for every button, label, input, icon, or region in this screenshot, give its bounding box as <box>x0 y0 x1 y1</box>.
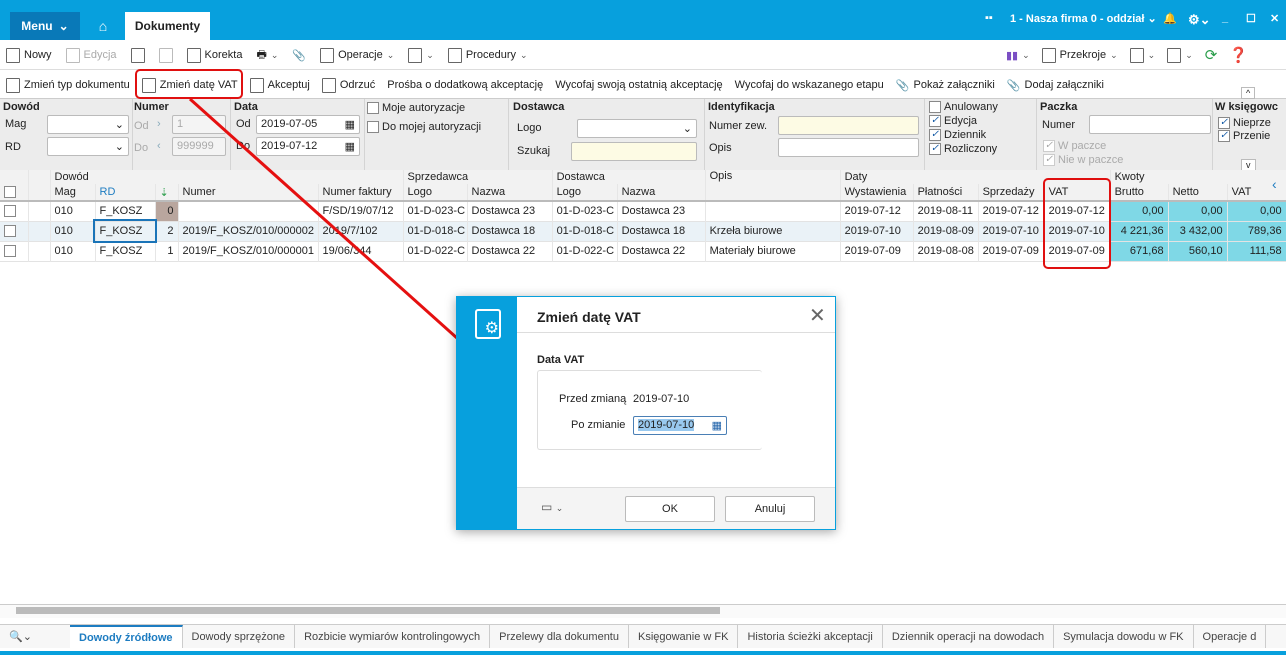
ok-button[interactable]: OK <box>625 496 715 522</box>
divider <box>517 332 835 333</box>
after-change-date-input[interactable]: 2019-07-10 ▦ <box>633 416 727 435</box>
after-change-value: 2019-07-10 <box>638 419 695 431</box>
dialog-settings-button[interactable]: ▭ ⌄ <box>541 500 563 514</box>
calendar-icon[interactable]: ▦ <box>712 419 722 432</box>
close-icon[interactable]: ✕ <box>809 303 826 328</box>
before-change-value: 2019-07-10 <box>633 393 690 405</box>
vat-date-group <box>537 370 762 450</box>
before-change-label: Przed zmianą <box>559 393 627 405</box>
chevron-down-icon: ⌄ <box>555 503 564 513</box>
change-vat-date-dialog: ⚙ Zmień datę VAT ✕ Data VAT Przed zmianą… <box>456 296 836 530</box>
window-gear-icon: ▭ <box>541 500 553 514</box>
section-label: Data VAT <box>537 354 585 366</box>
after-change-label: Po zmianie <box>571 419 626 431</box>
document-gear-icon: ⚙ <box>475 309 501 339</box>
dialog-title: Zmień datę VAT <box>537 309 641 325</box>
cancel-button[interactable]: Anuluj <box>725 496 815 522</box>
